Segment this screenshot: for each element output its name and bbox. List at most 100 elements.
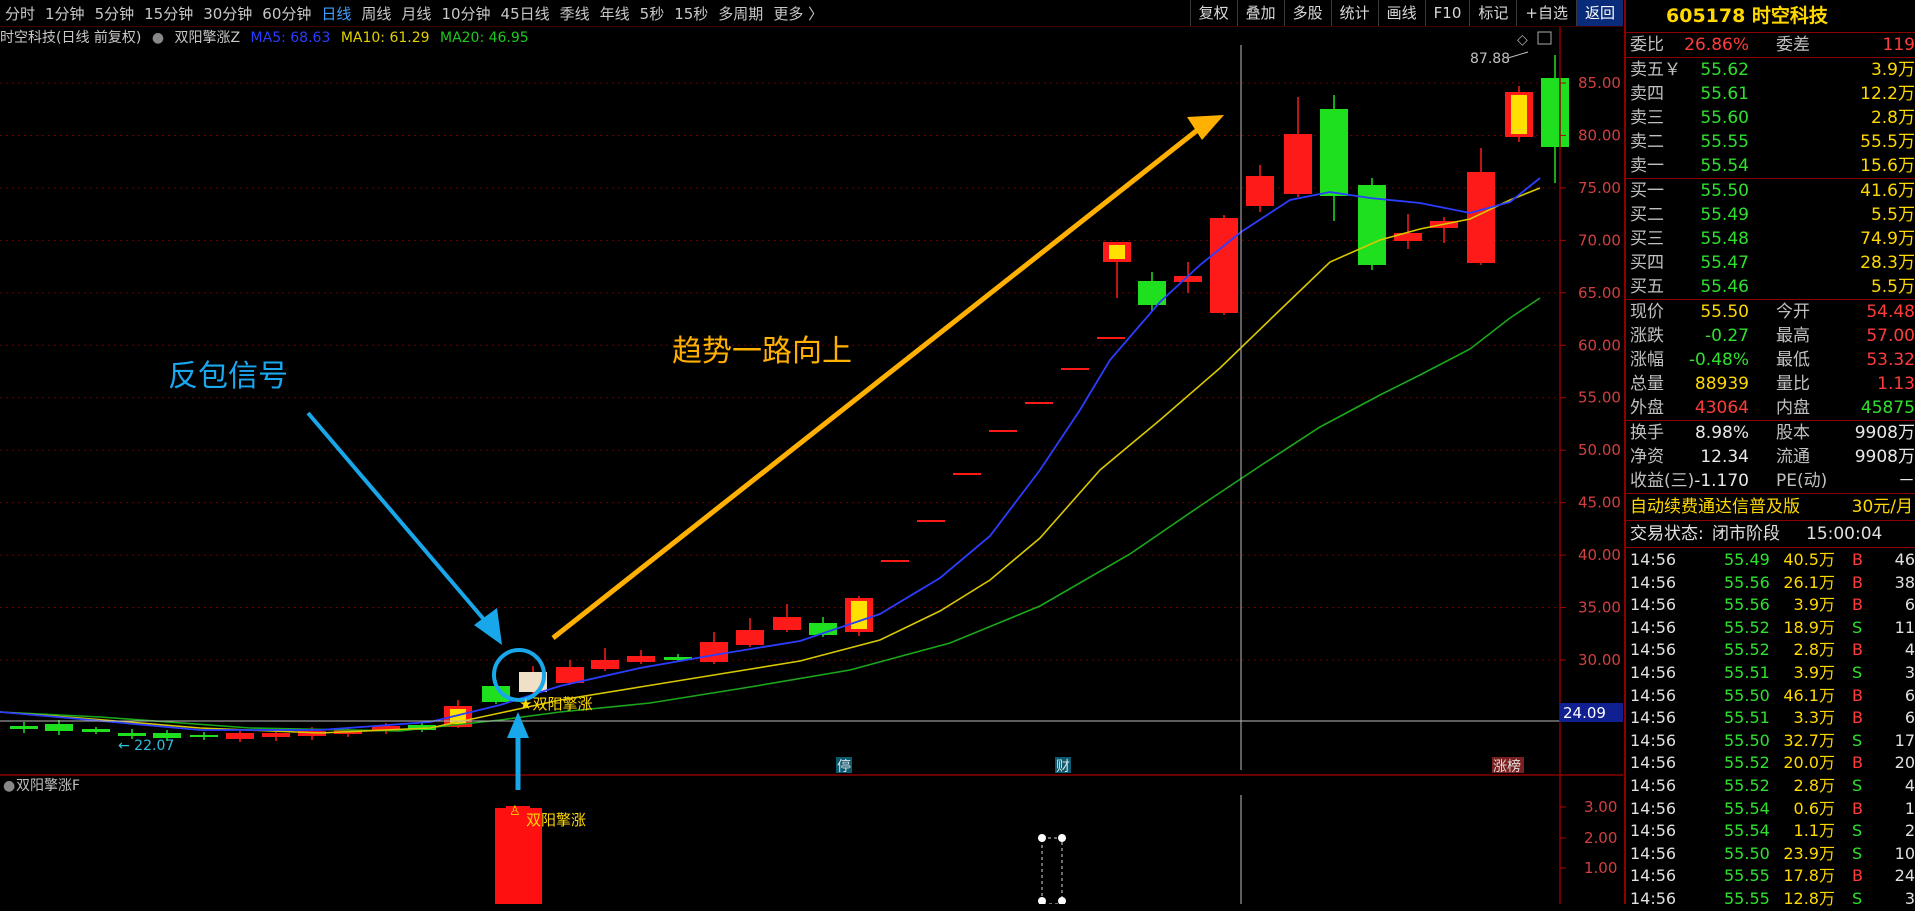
- period-tab-1[interactable]: 1分钟: [40, 3, 90, 24]
- candle-body: [1430, 221, 1458, 228]
- event-badge-finance[interactable]: [1055, 757, 1071, 773]
- candle-highlight: [1109, 245, 1125, 259]
- tick-volume: 17.8万: [1783, 866, 1835, 886]
- period-tab-16[interactable]: 更多 〉: [768, 3, 828, 24]
- stat-label: 总量: [1630, 374, 1664, 394]
- bid-volume: 41.6万: [1860, 181, 1915, 201]
- ask-volume: 12.2万: [1860, 84, 1915, 104]
- tick-price: 55.54: [1724, 821, 1770, 841]
- period-tab-14[interactable]: 15秒: [669, 3, 713, 24]
- sub-signal-label: 双阳擎涨: [526, 811, 586, 829]
- tick-count: 46: [1894, 550, 1915, 569]
- event-badge-limit-text: 涨榜: [1493, 758, 1521, 775]
- candle-highlight: [851, 601, 867, 629]
- tick-time: 14:56: [1630, 550, 1677, 569]
- tick-time: 14:56: [1630, 866, 1677, 886]
- tick-row: 14:56 55.50 32.7万 S 17: [1626, 730, 1915, 753]
- promo-banner[interactable]: 自动续费通达信普及版 30元/月: [1626, 494, 1915, 520]
- tick-count: 20: [1894, 753, 1915, 773]
- trend-text: 趋势一路向上: [672, 334, 852, 369]
- candle-body: [226, 733, 254, 739]
- tick-row: 14:56 55.51 3.3万 B 6: [1626, 707, 1915, 730]
- stat-label: 外盘: [1630, 398, 1664, 418]
- bid-price: 55.47: [1700, 253, 1749, 273]
- tick-volume: 26.1万: [1783, 572, 1835, 592]
- period-tab-7[interactable]: 周线: [356, 3, 396, 24]
- candle-body: [408, 725, 436, 730]
- tick-price: 55.55: [1724, 866, 1770, 886]
- tick-time: 14:56: [1630, 663, 1677, 682]
- toolbar-button-5[interactable]: F10: [1424, 0, 1470, 26]
- toolbar-button-2[interactable]: 多股: [1283, 0, 1331, 26]
- axis-tick-label: 60.00: [1578, 336, 1621, 354]
- axis-tick-label: 30.00: [1578, 651, 1621, 669]
- axis-tick-label: 70.00: [1578, 231, 1621, 249]
- indicator-dot-icon[interactable]: ●: [152, 30, 164, 46]
- tick-row: 14:56 55.56 3.9万 B 6: [1626, 594, 1915, 617]
- bid-volume: 5.5万: [1870, 277, 1915, 297]
- toolbar-button-8[interactable]: 返回: [1575, 0, 1623, 26]
- candle-body: [809, 623, 837, 635]
- period-tab-5[interactable]: 60分钟: [257, 3, 316, 24]
- period-tab-12[interactable]: 年线: [595, 3, 635, 24]
- period-tab-9[interactable]: 10分钟: [436, 3, 495, 24]
- period-tab-3[interactable]: 15分钟: [139, 3, 198, 24]
- toolbar-button-6[interactable]: 标记: [1469, 0, 1516, 26]
- tick-volume: 32.7万: [1783, 730, 1835, 750]
- toolbar-button-3[interactable]: 统计: [1330, 0, 1378, 26]
- toolbar-button-7[interactable]: +自选: [1516, 0, 1576, 26]
- sub-indicator-dot-icon[interactable]: ●: [3, 778, 15, 794]
- period-tab-11[interactable]: 季线: [555, 3, 595, 24]
- indicator-name[interactable]: 双阳擎涨Z: [175, 30, 241, 46]
- tick-side: B: [1852, 572, 1863, 592]
- candle-body: [45, 724, 73, 731]
- toolbar-button-0[interactable]: 复权: [1189, 0, 1237, 26]
- period-tab-2[interactable]: 5分钟: [90, 3, 140, 24]
- period-tab-13[interactable]: 5秒: [635, 3, 670, 24]
- ma20-line: [0, 297, 1541, 732]
- trend-arrow: [551, 126, 1202, 640]
- tick-price: 55.56: [1724, 595, 1770, 615]
- stat-label: 涨幅: [1630, 350, 1664, 370]
- crosshair-price-box: [1560, 703, 1623, 722]
- candle-body: [1505, 92, 1533, 137]
- stat-label-2: 内盘: [1776, 398, 1810, 418]
- tick-side: S: [1852, 843, 1863, 863]
- event-badge-suspend[interactable]: [836, 757, 852, 773]
- quote-panel: 605178 时空科技 委比 26.86% 委差 119 卖五￥ 55.62 3.9万 卖四 55…: [1624, 0, 1915, 908]
- sub-axis-tick-label: 1.00: [1584, 859, 1617, 877]
- tick-count: 10: [1894, 843, 1915, 863]
- drawn-rectangle[interactable]: [1038, 834, 1066, 904]
- tick-time: 14:56: [1630, 798, 1677, 818]
- tick-count: 1: [1904, 798, 1915, 818]
- diamond-icon[interactable]: ◇: [1517, 32, 1528, 48]
- candle-body: [591, 660, 619, 669]
- event-badge-limit[interactable]: [1492, 757, 1524, 773]
- ask-volume: 2.8万: [1870, 108, 1915, 128]
- toolbar-button-4[interactable]: 画线: [1377, 0, 1425, 26]
- period-tab-4[interactable]: 30分钟: [198, 3, 257, 24]
- event-badge-suspend-text: 停: [837, 758, 851, 775]
- candle-body: [10, 726, 38, 729]
- stat-value-2: 45875: [1860, 398, 1915, 418]
- period-tab-0[interactable]: 分时: [0, 3, 40, 24]
- fund-value-2: 9908万: [1854, 423, 1915, 443]
- signal-bar: [495, 808, 542, 904]
- candle-body: [736, 630, 764, 645]
- signal-bar-icon: ♙: [509, 804, 521, 819]
- toolbar-button-1[interactable]: 叠加: [1236, 0, 1284, 26]
- bid-label: 买二: [1630, 205, 1664, 225]
- tick-volume: 2.8万: [1793, 640, 1835, 660]
- period-tab-6[interactable]: 日线: [316, 3, 356, 24]
- ma5-line: [0, 177, 1541, 731]
- period-tab-15[interactable]: 多周期: [713, 3, 768, 24]
- period-tab-10[interactable]: 45日线: [496, 3, 555, 24]
- period-tab-8[interactable]: 月线: [396, 3, 436, 24]
- kline-chart[interactable]: 85.00 80.00 75.00 70.00 65.00 60.00 55.00 50.00…: [0, 0, 1623, 904]
- panel-toggle-icon[interactable]: [1537, 31, 1552, 45]
- weicha-label: 委差: [1776, 35, 1810, 55]
- sub-indicator-title[interactable]: 双阳擎涨F: [16, 778, 80, 794]
- tick-volume: 3.9万: [1793, 663, 1835, 682]
- axis-tick-label: 45.00: [1578, 494, 1621, 512]
- stock-title: 时空科技(日线 前复权): [0, 30, 142, 46]
